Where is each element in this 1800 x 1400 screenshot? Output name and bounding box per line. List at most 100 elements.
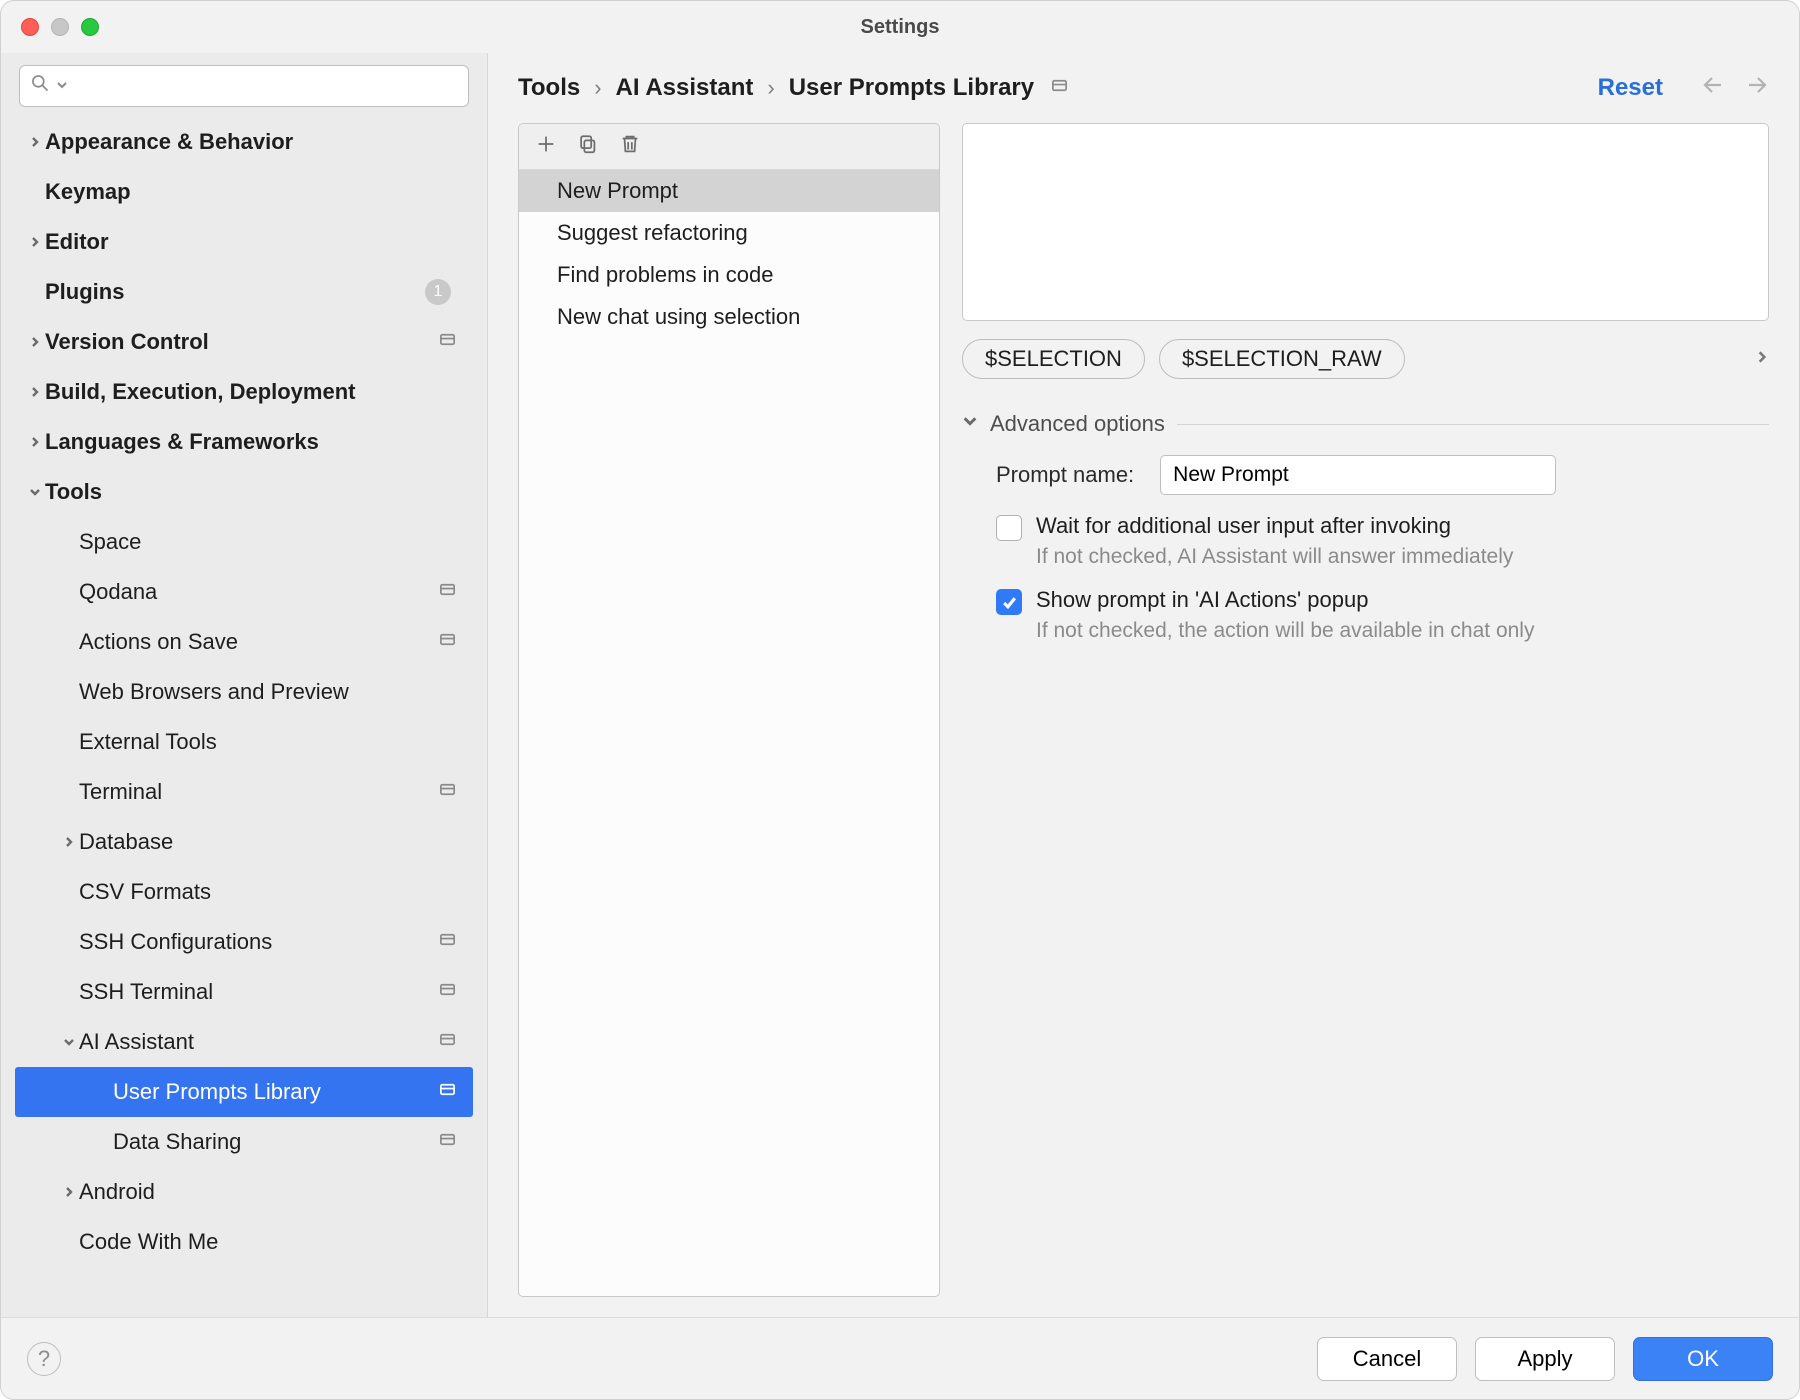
copy-prompt-button[interactable] [577,133,599,161]
prompt-name-input[interactable] [1160,455,1556,495]
wait-input-row: Wait for additional user input after inv… [962,513,1769,569]
chip-selection[interactable]: $SELECTION [962,339,1145,379]
sidebar-item[interactable]: AI Assistant [15,1017,473,1067]
show-popup-row: Show prompt in 'AI Actions' popup If not… [962,587,1769,643]
show-popup-label: Show prompt in 'AI Actions' popup [1036,587,1534,613]
scope-icon [438,630,457,655]
add-prompt-button[interactable] [535,133,557,161]
sidebar-item[interactable]: Space [15,517,473,567]
sidebar-item-label: Qodana [79,579,438,605]
chevron-right-icon: › [594,75,601,101]
sidebar-item[interactable]: CSV Formats [15,867,473,917]
badge: 1 [425,279,451,305]
sidebar-item-label: Web Browsers and Preview [79,679,457,705]
sidebar-item[interactable]: Appearance & Behavior [15,117,473,167]
sidebar-item-label: Android [79,1179,457,1205]
divider [1177,424,1769,425]
wait-input-checkbox[interactable] [996,515,1022,541]
chevron-right-icon[interactable] [59,836,79,848]
sidebar: Appearance & Behavior Keymap EditorPlugins… [1,53,488,1317]
sidebar-item[interactable]: Web Browsers and Preview [15,667,473,717]
prompt-list-item[interactable]: Find problems in code [519,254,939,296]
sidebar-item[interactable]: SSH Terminal [15,967,473,1017]
minimize-window-button[interactable] [51,18,69,36]
sidebar-item[interactable]: Database [15,817,473,867]
sidebar-item[interactable]: Plugins1 [15,267,473,317]
show-popup-checkbox[interactable] [996,589,1022,615]
sidebar-item[interactable]: Android [15,1167,473,1217]
sidebar-item[interactable]: Tools [15,467,473,517]
settings-window: Settings Appearance & Behavior Keymap Edit… [0,0,1800,1400]
cancel-button[interactable]: Cancel [1317,1337,1457,1381]
zoom-window-button[interactable] [81,18,99,36]
show-popup-hint: If not checked, the action will be avail… [1036,619,1534,643]
breadcrumb-user-prompts[interactable]: User Prompts Library [789,74,1034,102]
close-window-button[interactable] [21,18,39,36]
prompt-list-toolbar [519,124,939,170]
prompt-name-row: Prompt name: [962,455,1769,495]
sidebar-item[interactable]: Terminal [15,767,473,817]
sidebar-item-label: User Prompts Library [113,1079,438,1105]
sidebar-item-label: Actions on Save [79,629,438,655]
scope-icon [438,330,457,355]
prompt-editor-panel: $SELECTION $SELECTION_RAW Advanced optio… [962,123,1769,1297]
chevron-down-icon[interactable] [25,486,45,498]
search-dropdown-icon[interactable] [56,75,68,97]
delete-prompt-button[interactable] [619,133,641,161]
scope-icon [438,1030,457,1055]
body: Appearance & Behavior Keymap EditorPlugins… [1,53,1799,1317]
sidebar-item[interactable]: Data Sharing [15,1117,473,1167]
chevron-right-icon[interactable] [25,136,45,148]
prompt-name-label: Prompt name: [996,462,1134,488]
chevron-down-icon[interactable] [59,1036,79,1048]
scope-icon [438,980,457,1005]
prompt-list-item[interactable]: Suggest refactoring [519,212,939,254]
chevron-right-icon[interactable] [59,1186,79,1198]
sidebar-item[interactable]: External Tools [15,717,473,767]
more-chips-button[interactable] [1755,348,1769,370]
chip-selection-raw[interactable]: $SELECTION_RAW [1159,339,1405,379]
wait-input-label: Wait for additional user input after inv… [1036,513,1513,539]
settings-tree[interactable]: Appearance & Behavior Keymap EditorPlugins… [15,117,473,1317]
sidebar-item[interactable]: Languages & Frameworks [15,417,473,467]
forward-button[interactable] [1745,73,1769,103]
sidebar-item[interactable]: Editor [15,217,473,267]
sidebar-item[interactable]: Version Control [15,317,473,367]
sidebar-item[interactable]: Code With Me [15,1217,473,1267]
wait-input-hint: If not checked, AI Assistant will answer… [1036,545,1513,569]
breadcrumb-ai-assistant[interactable]: AI Assistant [616,74,754,102]
advanced-options-header[interactable]: Advanced options [962,411,1769,437]
sidebar-item-label: Version Control [45,329,438,355]
chevron-right-icon[interactable] [25,436,45,448]
footer: ? Cancel Apply OK [1,1317,1799,1399]
sidebar-item-label: Keymap [45,179,457,205]
sidebar-item[interactable]: Qodana [15,567,473,617]
prompt-list-item[interactable]: New Prompt [519,170,939,212]
sidebar-item-label: Code With Me [79,1229,457,1255]
sidebar-item-label: SSH Terminal [79,979,438,1005]
content: New PromptSuggest refactoringFind proble… [488,123,1799,1317]
chevron-right-icon[interactable] [25,236,45,248]
chevron-right-icon[interactable] [25,336,45,348]
prompt-list-item[interactable]: New chat using selection [519,296,939,338]
search-input[interactable] [19,65,469,107]
sidebar-item[interactable]: Keymap [15,167,473,217]
scope-icon [438,780,457,805]
apply-button[interactable]: Apply [1475,1337,1615,1381]
reset-button[interactable]: Reset [1598,74,1663,102]
chevron-down-icon [962,413,978,435]
sidebar-item[interactable]: Actions on Save [15,617,473,667]
prompt-list-body[interactable]: New PromptSuggest refactoringFind proble… [519,170,939,1296]
help-button[interactable]: ? [27,1342,61,1376]
ok-button[interactable]: OK [1633,1337,1773,1381]
titlebar: Settings [1,1,1799,53]
scope-icon [438,580,457,605]
sidebar-item[interactable]: Build, Execution, Deployment [15,367,473,417]
breadcrumb-tools[interactable]: Tools [518,74,580,102]
sidebar-item[interactable]: SSH Configurations [15,917,473,967]
sidebar-item[interactable]: User Prompts Library [15,1067,473,1117]
back-button[interactable] [1701,73,1725,103]
window-title: Settings [1,16,1799,39]
chevron-right-icon[interactable] [25,386,45,398]
prompt-editor[interactable] [962,123,1769,321]
